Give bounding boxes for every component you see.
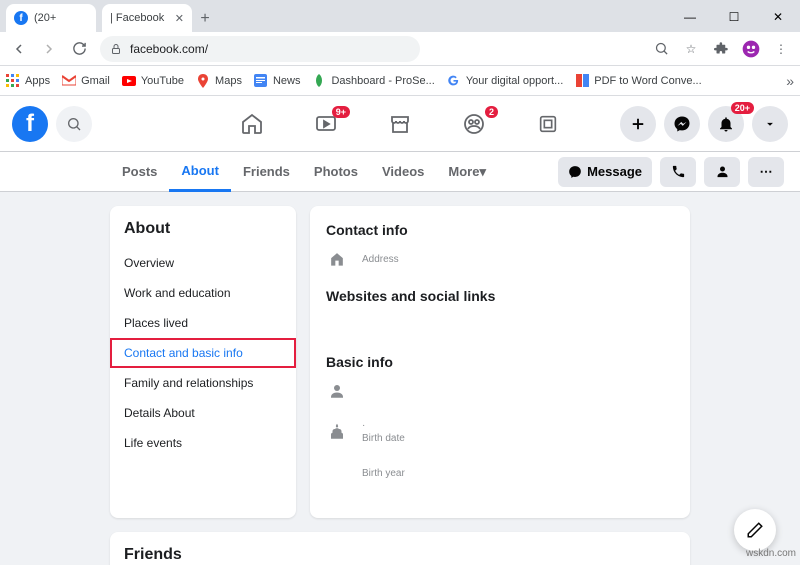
tab-friends[interactable]: Friends <box>231 152 302 192</box>
more-actions-button[interactable]: ⋯ <box>748 157 784 187</box>
groups-badge: 2 <box>485 106 498 118</box>
create-button[interactable] <box>620 106 656 142</box>
close-window-button[interactable]: ✕ <box>756 2 800 32</box>
call-button[interactable] <box>660 157 696 187</box>
gender-row <box>326 380 674 402</box>
profile-actions: Message ⋯ <box>558 157 784 187</box>
birth-year-label: Birth year <box>362 468 405 479</box>
browser-tab[interactable]: f (20+ <box>6 4 96 32</box>
search-button[interactable] <box>56 106 92 142</box>
bookmark-dashboard[interactable]: Dashboard - ProSe... <box>312 74 434 88</box>
minimize-button[interactable]: — <box>668 2 712 32</box>
browser-tab-active[interactable]: | Facebook ✕ <box>102 4 192 32</box>
profile-avatar[interactable] <box>738 36 764 62</box>
bookmark-youtube[interactable]: YouTube <box>122 74 184 88</box>
sidebar-item-contact[interactable]: Contact and basic info <box>110 338 296 368</box>
message-button[interactable]: Message <box>558 157 652 187</box>
bookmark-maps[interactable]: Maps <box>196 74 242 88</box>
facebook-logo-icon[interactable]: f <box>12 106 48 142</box>
tab-videos[interactable]: Videos <box>370 152 436 192</box>
browser-tab-strip: f (20+ | Facebook ✕ + — ☐ ✕ <box>0 0 800 32</box>
reload-button[interactable] <box>66 36 92 62</box>
sidebar-item-overview[interactable]: Overview <box>110 248 296 278</box>
lock-icon <box>110 43 122 55</box>
bookmark-gmail[interactable]: Gmail <box>62 74 110 88</box>
section-websites: Websites and social links <box>326 288 674 304</box>
section-contact-info: Contact info <box>326 222 674 238</box>
bookmark-news[interactable]: News <box>254 74 301 88</box>
facebook-nav-center: 9+ 2 <box>238 110 562 138</box>
home-icon <box>326 248 348 270</box>
tab-more[interactable]: More ▾ <box>436 152 498 192</box>
section-basic-info: Basic info <box>326 354 674 370</box>
page-content: Posts About Friends Photos Videos More ▾… <box>0 152 800 565</box>
bookmark-star-icon[interactable]: ☆ <box>678 36 704 62</box>
facebook-header-right: 20+ <box>620 106 788 142</box>
google-g-icon <box>447 74 461 88</box>
profile-tabs: Posts About Friends Photos Videos More ▾… <box>0 152 800 192</box>
bookmarks-overflow-icon[interactable]: » <box>786 73 794 89</box>
sidebar-heading: About <box>110 220 296 248</box>
facebook-header: f 9+ 2 20+ <box>0 96 800 152</box>
notifications-button[interactable]: 20+ <box>708 106 744 142</box>
address-row: Address <box>326 248 674 270</box>
sidebar-item-life[interactable]: Life events <box>110 428 296 458</box>
bookmark-google[interactable]: Your digital opport... <box>447 74 563 88</box>
apps-grid-icon <box>6 74 20 88</box>
notifications-badge: 20+ <box>731 102 754 114</box>
marketplace-icon[interactable] <box>386 110 414 138</box>
tab-title: | Facebook <box>110 12 164 24</box>
gmail-icon <box>62 74 76 88</box>
pdf-icon <box>575 74 589 88</box>
url-text: facebook.com/ <box>130 42 208 56</box>
watch-badge: 9+ <box>332 106 350 118</box>
groups-icon[interactable]: 2 <box>460 110 488 138</box>
watermark: wskdn.com <box>746 548 796 559</box>
tab-about[interactable]: About <box>169 152 231 192</box>
person-icon <box>326 380 348 402</box>
bookmark-pdf[interactable]: PDF to Word Conve... <box>575 74 701 88</box>
chevron-down-icon: ▾ <box>479 164 486 180</box>
account-menu-button[interactable] <box>752 106 788 142</box>
back-button[interactable] <box>6 36 32 62</box>
gaming-icon[interactable] <box>534 110 562 138</box>
youtube-icon <box>122 74 136 88</box>
watch-icon[interactable]: 9+ <box>312 110 340 138</box>
news-icon <box>254 74 268 88</box>
address-label: Address <box>362 254 399 265</box>
birthdate-row: · Birth date <box>326 420 674 444</box>
friends-card-heading: Friends <box>110 532 690 565</box>
bookmarks-bar: Apps Gmail YouTube Maps News Dashboard -… <box>0 66 800 96</box>
new-tab-button[interactable]: + <box>192 6 218 32</box>
tab-prefix: (20+ <box>34 12 56 24</box>
maps-pin-icon <box>196 74 210 88</box>
birthyear-row: Birth year <box>326 462 674 484</box>
about-sidebar: About Overview Work and education Places… <box>110 206 296 518</box>
edit-fab-button[interactable] <box>734 509 776 551</box>
chrome-menu-icon[interactable]: ⋮ <box>768 36 794 62</box>
birth-date-label: Birth date <box>362 433 405 444</box>
facebook-favicon-icon: f <box>14 11 28 25</box>
sidebar-item-places[interactable]: Places lived <box>110 308 296 338</box>
leaf-icon <box>312 74 326 88</box>
cake-icon <box>326 421 348 443</box>
messenger-button[interactable] <box>664 106 700 142</box>
sidebar-item-family[interactable]: Family and relationships <box>110 368 296 398</box>
about-main-panel: Contact info Address Websites and social… <box>310 206 690 518</box>
profile-button[interactable] <box>704 157 740 187</box>
tab-photos[interactable]: Photos <box>302 152 370 192</box>
forward-button[interactable] <box>36 36 62 62</box>
home-icon[interactable] <box>238 110 266 138</box>
tab-posts[interactable]: Posts <box>110 152 169 192</box>
zoom-icon[interactable] <box>648 36 674 62</box>
browser-toolbar: facebook.com/ ☆ ⋮ <box>0 32 800 66</box>
maximize-button[interactable]: ☐ <box>712 2 756 32</box>
sidebar-item-details[interactable]: Details About <box>110 398 296 428</box>
address-bar[interactable]: facebook.com/ <box>100 36 420 62</box>
bookmark-apps[interactable]: Apps <box>6 74 50 88</box>
extensions-icon[interactable] <box>708 36 734 62</box>
sidebar-item-work[interactable]: Work and education <box>110 278 296 308</box>
window-controls: — ☐ ✕ <box>668 2 800 32</box>
close-tab-icon[interactable]: ✕ <box>175 12 184 25</box>
